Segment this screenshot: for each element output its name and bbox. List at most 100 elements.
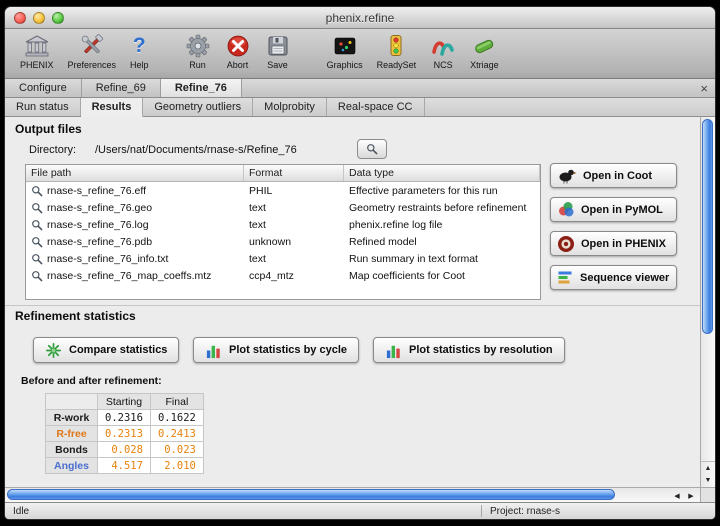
toolbar-button-readyset[interactable]: ReadySet <box>370 31 424 70</box>
stats-row-rwork: R-work 0.2316 0.1622 <box>46 410 204 426</box>
format-cell: PHIL <box>244 185 344 197</box>
data-type-cell: Run summary in text format <box>344 253 540 265</box>
subtab-geometry-outliers[interactable]: Geometry outliers <box>143 98 253 116</box>
horizontal-scrollbar-thumb[interactable] <box>7 489 615 500</box>
file-path-cell: rnase-s_refine_76_info.txt <box>26 253 244 265</box>
magnifier-icon <box>31 236 43 248</box>
file-path-cell: rnase-s_refine_76.geo <box>26 202 244 214</box>
scroll-down-arrow[interactable]: ▼ <box>701 475 715 488</box>
ncs-ribbons-icon <box>430 32 456 60</box>
tab-label: Configure <box>19 82 67 94</box>
tab-refine-76[interactable]: Refine_76 <box>161 79 242 97</box>
tab-bar: Configure Refine_69 Refine_76 × <box>5 79 715 98</box>
stats-row-bonds: Bonds 0.028 0.023 <box>46 442 204 458</box>
table-row[interactable]: rnase-s_refine_76.log text phenix.refine… <box>26 216 540 233</box>
toolbar-button-xtriage[interactable]: Xtriage <box>463 31 506 70</box>
toolbar: PHENIX Preferences ? Help <box>5 29 715 79</box>
app-window: phenix.refine PHENIX <box>4 6 716 520</box>
status-bar: Idle Project: rnase-s <box>5 502 715 519</box>
toolbar-label: Run <box>189 60 206 70</box>
stats-header-row: Starting Final <box>46 394 204 410</box>
open-in-pymol-button[interactable]: Open in PyMOL <box>550 197 677 222</box>
toolbar-button-help[interactable]: ? Help <box>123 31 156 70</box>
open-in-phenix-button[interactable]: Open in PHENIX <box>550 231 677 256</box>
minimize-window-button[interactable] <box>33 12 45 24</box>
table-row[interactable]: rnase-s_refine_76.eff PHIL Effective par… <box>26 182 540 199</box>
output-files-table: File path Format Data type rnase-s_refin… <box>25 164 541 300</box>
table-row[interactable]: rnase-s_refine_76_info.txt text Run summ… <box>26 250 540 267</box>
file-path-cell: rnase-s_refine_76.eff <box>26 185 244 197</box>
magnifier-icon <box>31 219 43 231</box>
coot-bird-icon <box>557 167 577 184</box>
sequence-viewer-button[interactable]: Sequence viewer <box>550 265 677 290</box>
zoom-window-button[interactable] <box>52 12 64 24</box>
tab-refine-69[interactable]: Refine_69 <box>82 79 161 97</box>
format-cell: text <box>244 253 344 265</box>
subtab-results[interactable]: Results <box>81 98 144 117</box>
subtab-run-status[interactable]: Run status <box>5 98 81 116</box>
open-in-coot-button[interactable]: Open in Coot <box>550 163 677 188</box>
format-cell: unknown <box>244 236 344 248</box>
save-floppy-icon <box>265 32 291 60</box>
directory-label: Directory: <box>29 144 76 156</box>
plot-by-resolution-button[interactable]: Plot statistics by resolution <box>373 337 565 363</box>
toolbar-button-graphics[interactable]: Graphics <box>320 31 370 70</box>
tab-close-icon[interactable]: × <box>700 79 708 97</box>
gear-icon <box>185 32 211 60</box>
file-path-cell: rnase-s_refine_76.log <box>26 219 244 231</box>
vertical-scrollbar[interactable]: ▲ ▼ <box>700 117 715 487</box>
tab-configure[interactable]: Configure <box>5 79 82 97</box>
magnifier-icon <box>31 185 43 197</box>
action-button-label: Open in PyMOL <box>581 204 663 216</box>
file-name: rnase-s_refine_76.eff <box>47 185 146 197</box>
sequence-icon <box>557 269 574 286</box>
compare-statistics-button[interactable]: Compare statistics <box>33 337 179 363</box>
toolbar-button-preferences[interactable]: Preferences <box>61 31 124 70</box>
subtab-label: Results <box>92 101 132 113</box>
action-button-label: Open in PHENIX <box>581 238 666 250</box>
scroll-right-arrow[interactable]: ▶ <box>684 488 698 502</box>
toolbar-button-run[interactable]: Run <box>178 31 218 70</box>
stat-button-label: Plot statistics by resolution <box>409 344 553 356</box>
toolbar-button-phenix[interactable]: PHENIX <box>13 31 61 70</box>
column-header-file-path[interactable]: File path <box>26 165 244 181</box>
action-button-label: Sequence viewer <box>580 272 669 284</box>
file-path-cell: rnase-s_refine_76_map_coeffs.mtz <box>26 270 244 282</box>
window-title: phenix.refine <box>326 11 395 25</box>
data-type-cell: phenix.refine log file <box>344 219 540 231</box>
vertical-scrollbar-arrows: ▲ ▼ <box>701 461 715 487</box>
scroll-up-arrow[interactable]: ▲ <box>701 462 715 475</box>
toolbar-label: Abort <box>227 60 249 70</box>
phenix-logo-icon <box>557 235 575 253</box>
vertical-scrollbar-thumb[interactable] <box>702 119 713 334</box>
table-row[interactable]: rnase-s_refine_76.pdb unknown Refined mo… <box>26 233 540 250</box>
toolbar-button-abort[interactable]: Abort <box>218 31 258 70</box>
phenix-temple-icon <box>24 32 50 60</box>
subtab-real-space-cc[interactable]: Real-space CC <box>327 98 425 116</box>
close-window-button[interactable] <box>14 12 26 24</box>
table-row[interactable]: rnase-s_refine_76.geo text Geometry rest… <box>26 199 540 216</box>
toolbar-button-ncs[interactable]: NCS <box>423 31 463 70</box>
browse-directory-button[interactable] <box>357 139 387 159</box>
bar-chart-icon <box>205 342 222 359</box>
stats-row-label: R-free <box>46 426 98 442</box>
column-header-data-type[interactable]: Data type <box>344 165 540 181</box>
magnifier-icon <box>31 253 43 265</box>
toolbar-button-save[interactable]: Save <box>258 31 298 70</box>
column-header-format[interactable]: Format <box>244 165 344 181</box>
before-after-caption: Before and after refinement: <box>21 375 162 387</box>
subtab-molprobity[interactable]: Molprobity <box>253 98 327 116</box>
file-name: rnase-s_refine_76.pdb <box>47 236 152 248</box>
magnifier-icon <box>31 270 43 282</box>
table-row[interactable]: rnase-s_refine_76_map_coeffs.mtz ccp4_mt… <box>26 267 540 284</box>
subtab-label: Geometry outliers <box>154 101 241 113</box>
format-cell: ccp4_mtz <box>244 270 344 282</box>
stats-row-label: R-work <box>46 410 98 426</box>
data-type-cell: Effective parameters for this run <box>344 185 540 197</box>
scroll-left-arrow[interactable]: ◀ <box>670 488 684 502</box>
horizontal-scrollbar[interactable]: ◀ ▶ <box>5 487 700 502</box>
project-label: Project: rnase-s <box>490 506 560 517</box>
magnifier-icon <box>31 202 43 214</box>
plot-by-cycle-button[interactable]: Plot statistics by cycle <box>193 337 359 363</box>
status-text: Idle <box>5 506 29 517</box>
